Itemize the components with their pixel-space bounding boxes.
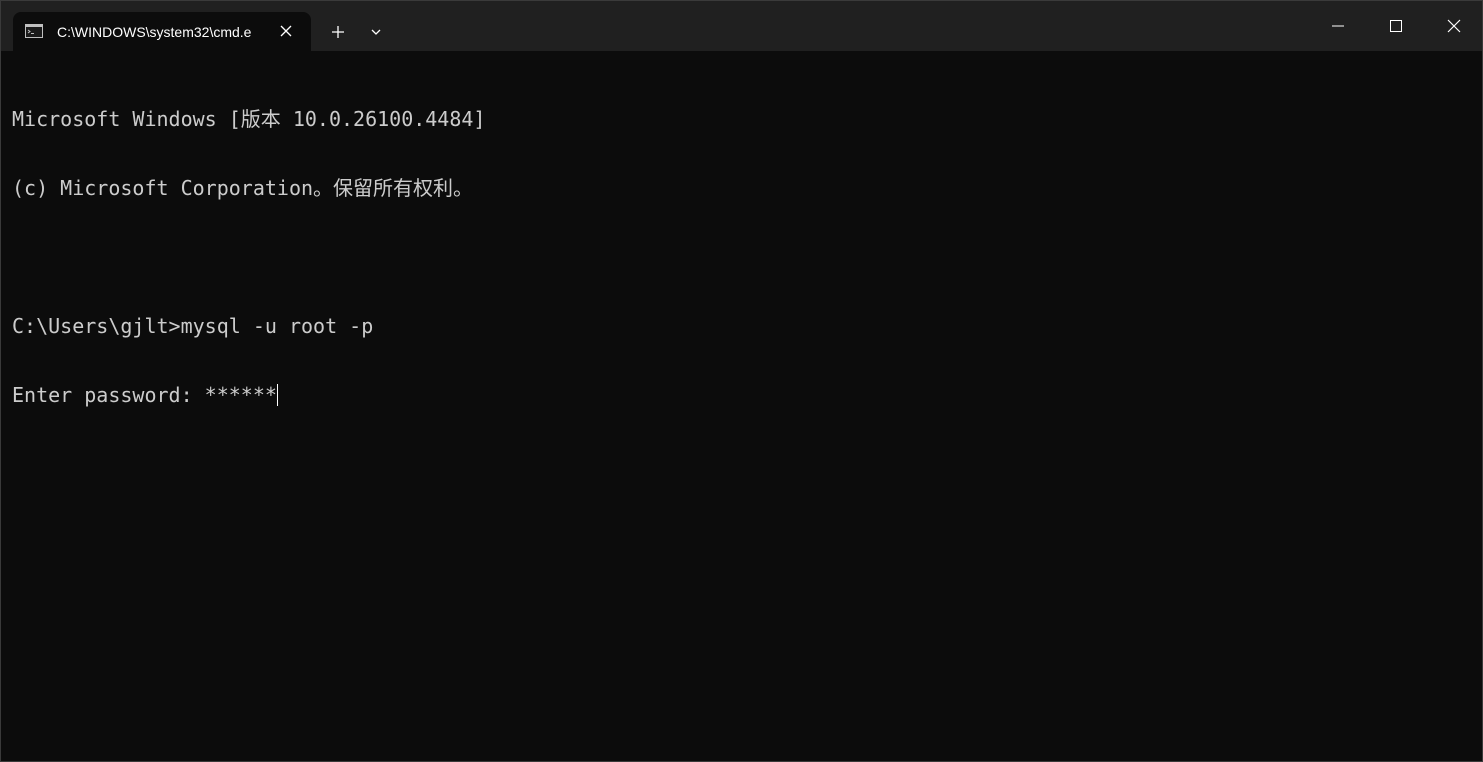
new-tab-button[interactable] xyxy=(323,17,353,47)
close-window-button[interactable] xyxy=(1425,1,1482,51)
profile-dropdown-button[interactable] xyxy=(363,17,389,47)
maximize-button[interactable] xyxy=(1367,1,1425,51)
terminal-line: (c) Microsoft Corporation。保留所有权利。 xyxy=(12,176,474,200)
terminal-output[interactable]: Microsoft Windows [版本 10.0.26100.4484] (… xyxy=(12,62,1472,752)
terminal-window: C:\WINDOWS\system32\cmd.e Microsoft Wind… xyxy=(0,0,1483,762)
minimize-button[interactable] xyxy=(1309,1,1367,51)
password-prompt: Enter password: ****** xyxy=(12,383,277,407)
terminal-icon xyxy=(25,24,43,38)
text-cursor xyxy=(276,384,278,406)
tab-cmd[interactable]: C:\WINDOWS\system32\cmd.e xyxy=(13,12,311,51)
close-icon[interactable] xyxy=(277,22,295,40)
chevron-down-icon xyxy=(363,29,389,51)
tab-title: C:\WINDOWS\system32\cmd.e xyxy=(57,24,252,40)
plus-icon xyxy=(323,26,353,51)
title-bar: C:\WINDOWS\system32\cmd.e xyxy=(1,1,1482,51)
terminal-line: C:\Users\gjlt>mysql -u root -p xyxy=(12,314,374,338)
terminal-line: Microsoft Windows [版本 10.0.26100.4484] xyxy=(12,107,486,131)
terminal-prompt-line[interactable]: Enter password: ****** xyxy=(12,384,1472,407)
